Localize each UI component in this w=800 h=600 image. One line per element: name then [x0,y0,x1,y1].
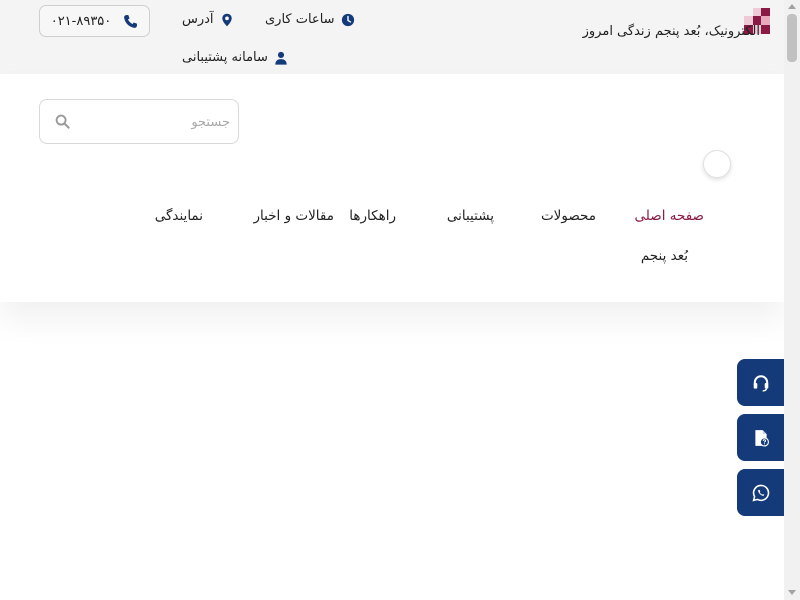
brand-tagline: الکترونیک، بُعد پنجم زندگی امروز [582,24,760,39]
phone-button[interactable]: ۰۲۱-۸۹۳۵۰ [39,5,150,37]
phone-icon [124,14,138,28]
search-box[interactable] [39,99,239,144]
search-input[interactable] [78,110,232,134]
scroll-up-arrow[interactable] [788,4,796,9]
support-system-link[interactable]: سامانه پشتیبانی [182,50,288,65]
working-hours[interactable]: ساعات کاری [265,12,355,27]
scroll-thumb[interactable] [787,14,797,62]
file-question-icon [754,429,769,447]
file-float-button[interactable] [737,414,784,461]
working-hours-label: ساعات کاری [265,12,335,27]
nav-fifth-dimension[interactable]: بُعد پنجم [641,248,688,264]
location-pin-icon [221,13,232,26]
phone-number: ۰۲۱-۸۹۳۵۰ [50,13,112,29]
nav-agencies[interactable]: نمایندگی [155,208,203,224]
nav-products[interactable]: محصولات [541,208,596,224]
search-icon[interactable] [55,114,70,129]
whatsapp-icon [751,484,769,502]
nav-home[interactable]: صفحه اصلی [635,208,704,224]
whatsapp-float-button[interactable] [737,469,784,516]
user-icon [275,51,287,65]
support-system-label: سامانه پشتیبانی [182,50,268,65]
headset-icon [753,374,768,392]
clock-icon [341,13,354,26]
nav-support[interactable]: پشتیبانی [447,208,494,224]
address-label: آدرس [182,12,214,27]
support-float-button[interactable] [737,359,784,406]
scroll-down-arrow[interactable] [788,590,796,595]
nav-solutions[interactable]: راهکارها [349,208,396,224]
menu-toggle-button[interactable] [703,150,731,178]
address-link[interactable]: آدرس [182,12,234,27]
vertical-scrollbar[interactable] [784,0,800,600]
nav-articles-news[interactable]: مقالات و اخبار [254,208,335,224]
